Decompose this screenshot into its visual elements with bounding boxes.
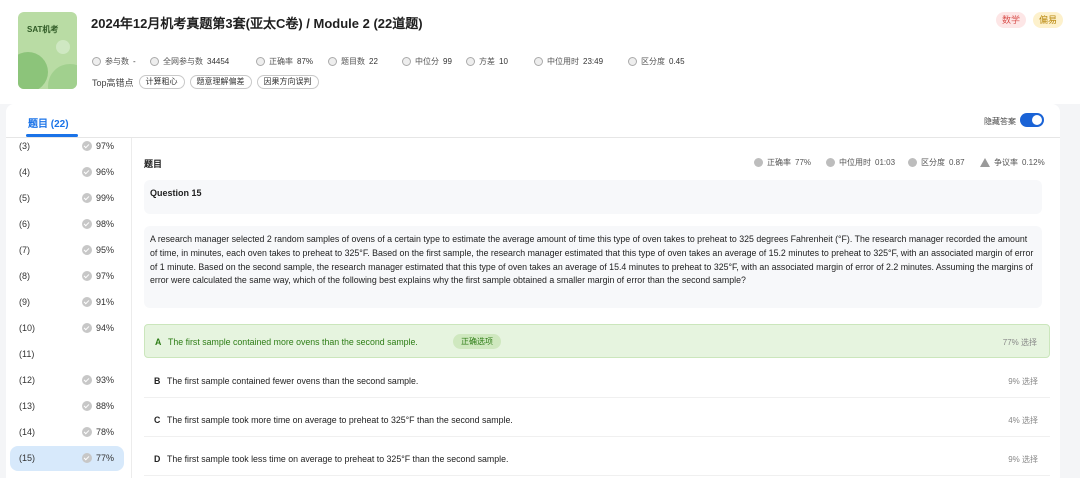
thumbnail-label: SAT机考: [27, 25, 59, 34]
error-chip[interactable]: 计算粗心: [138, 75, 185, 89]
median-time-metric: 中位用时 01:03: [826, 157, 895, 168]
clock-icon: [826, 158, 835, 167]
check-circle-icon: [82, 323, 92, 333]
question-list-item[interactable]: (13) 88%: [10, 394, 124, 419]
section-label: 题目: [144, 159, 163, 169]
option-c[interactable]: C The first sample took more time on ave…: [144, 403, 1050, 437]
check-icon: [754, 158, 763, 167]
check-circle-icon: [82, 193, 92, 203]
correct-answer-badge: 正确选项: [453, 334, 501, 349]
error-chip[interactable]: 因果方向误判: [256, 75, 319, 89]
check-circle-icon: [82, 401, 92, 411]
difficulty-tag: 偏易: [1033, 12, 1064, 28]
top-errors: Top高错点 计算粗心 题意理解偏差 因果方向误判: [92, 74, 319, 90]
question-list-item[interactable]: (3) 97%: [10, 134, 124, 159]
question-body: A research manager selected 2 random sam…: [144, 226, 1042, 308]
variance-stat: 方差 10: [466, 56, 508, 67]
question-list-item[interactable]: (5) 99%: [10, 186, 124, 211]
network-participants-stat: 全网参与数 34454: [150, 56, 229, 67]
question-list-item[interactable]: (8) 97%: [10, 264, 124, 289]
option-b[interactable]: B The first sample contained fewer ovens…: [144, 364, 1050, 398]
question-list-item[interactable]: (9) 91%: [10, 290, 124, 315]
target-icon: [628, 57, 637, 66]
user-icon: [92, 57, 101, 66]
hide-answer-label: 隐藏答案: [984, 117, 1016, 126]
hide-answer-toggle[interactable]: [1020, 113, 1044, 127]
exam-header: SAT机考 2024年12月机考真题第3套(亚太C卷) / Module 2 (…: [0, 0, 1080, 104]
warning-icon: [980, 158, 990, 167]
question-list-item[interactable]: (7) 95%: [10, 238, 124, 263]
dispute-metric: 争议率 0.12%: [980, 157, 1045, 168]
median-score-stat: 中位分 99: [402, 56, 452, 67]
list-icon: [328, 57, 337, 66]
option-text: The first sample contained more ovens th…: [168, 337, 418, 347]
exam-thumbnail: SAT机考: [18, 12, 77, 89]
tab-questions[interactable]: 题目 (22): [28, 115, 69, 130]
option-text: The first sample took more time on avera…: [167, 415, 513, 425]
question-list-item[interactable]: (6) 98%: [10, 212, 124, 237]
question-list-item[interactable]: (4) 96%: [10, 160, 124, 185]
top-errors-label: Top高错点: [92, 77, 134, 88]
check-circle-icon: [82, 219, 92, 229]
question-list-item[interactable]: (12) 93%: [10, 368, 124, 393]
question-list-item-active[interactable]: (15) 77%: [10, 446, 124, 471]
question-heading: Question 15: [150, 188, 202, 198]
target-icon: [908, 158, 917, 167]
question-list-item[interactable]: (14) 78%: [10, 420, 124, 445]
option-d[interactable]: D The first sample took less time on ave…: [144, 442, 1050, 476]
check-circle-icon: [82, 297, 92, 307]
check-circle-icon: [82, 167, 92, 177]
option-text: The first sample took less time on avera…: [167, 454, 509, 464]
accuracy-stat: 正确率 87%: [256, 56, 313, 67]
check-circle-icon: [82, 453, 92, 463]
participants-stat: 参与数 -: [92, 56, 136, 67]
clock-icon: [534, 57, 543, 66]
subject-tag: 数学: [996, 12, 1027, 28]
check-circle-icon: [82, 375, 92, 385]
check-icon: [256, 57, 265, 66]
median-icon: [402, 57, 411, 66]
pick-rate: 9% 选择: [1008, 455, 1038, 464]
option-a[interactable]: A The first sample contained more ovens …: [144, 324, 1050, 358]
pick-rate: 77% 选择: [1002, 338, 1037, 347]
users-icon: [150, 57, 159, 66]
accuracy-metric: 正确率 77%: [754, 157, 811, 168]
discrimination-metric: 区分度 0.87: [908, 157, 965, 168]
check-circle-icon: [82, 271, 92, 281]
question-content: 题目 正确率 77% 中位用时 01:03 区分度 0.87 争议率 0.12% Que…: [132, 138, 1060, 478]
check-circle-icon: [82, 245, 92, 255]
pick-rate: 4% 选择: [1008, 416, 1038, 425]
error-chip[interactable]: 题意理解偏差: [189, 75, 252, 89]
exam-title: 2024年12月机考真题第3套(亚太C卷) / Module 2 (22道题): [91, 16, 423, 31]
question-list-item[interactable]: (10) 94%: [10, 316, 124, 341]
question-count-stat: 题目数 22: [328, 56, 378, 67]
question-list: (3) 97% (4) 96% (5) 99% (6) 98% (7) 95% (8) 97…: [6, 138, 132, 478]
tab-bar: 题目 (22) 隐藏答案: [6, 104, 1060, 138]
median-time-stat: 中位用时 23:49: [534, 56, 603, 67]
sigma-icon: [466, 57, 475, 66]
discrimination-stat: 区分度 0.45: [628, 56, 685, 67]
question-heading-box: Question 15: [144, 180, 1042, 214]
pick-rate: 9% 选择: [1008, 377, 1038, 386]
option-text: The first sample contained fewer ovens t…: [167, 376, 419, 386]
question-list-item[interactable]: (11): [10, 342, 124, 367]
check-circle-icon: [82, 141, 92, 151]
check-circle-icon: [82, 427, 92, 437]
